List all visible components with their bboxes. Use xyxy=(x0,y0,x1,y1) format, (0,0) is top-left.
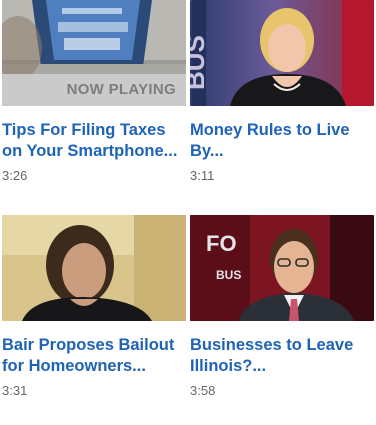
woman-interview-thumbnail-icon xyxy=(2,215,186,321)
video-card-bair: Bair Proposes Bailout for Homeowners... … xyxy=(2,215,188,398)
video-title-link[interactable]: Tips For Filing Taxes on Your Smartphone… xyxy=(2,120,188,162)
video-title-link[interactable]: Money Rules to Live By... xyxy=(190,120,376,162)
video-card-illinois: FO BUS Businesses to Leave Illinois?... … xyxy=(190,215,376,398)
video-thumbnail-money-rules[interactable]: BUS xyxy=(190,0,374,106)
video-title-link[interactable]: Businesses to Leave Illinois?... xyxy=(190,335,376,377)
svg-text:BUS: BUS xyxy=(216,268,241,282)
video-card-taxes: NOW PLAYING Tips For Filing Taxes on You… xyxy=(2,0,188,183)
woman-anchor-thumbnail-icon: BUS xyxy=(190,0,374,106)
video-duration: 3:11 xyxy=(190,168,215,183)
video-thumbnail-taxes[interactable]: NOW PLAYING xyxy=(2,0,186,106)
now-playing-badge: NOW PLAYING xyxy=(2,74,186,106)
video-duration: 3:26 xyxy=(2,168,28,183)
svg-text:BUS: BUS xyxy=(190,35,210,90)
video-thumbnail-illinois[interactable]: FO BUS xyxy=(190,215,374,321)
svg-text:FO: FO xyxy=(206,231,237,256)
man-studio-thumbnail-icon: FO BUS xyxy=(190,215,374,321)
video-duration: 3:58 xyxy=(190,383,216,398)
video-card-money-rules: BUS Money Rules to Live By... 3:11 xyxy=(190,0,376,183)
video-grid: NOW PLAYING Tips For Filing Taxes on You… xyxy=(0,0,376,425)
video-duration: 3:31 xyxy=(2,383,28,398)
video-title-link[interactable]: Bair Proposes Bailout for Homeowners... xyxy=(2,335,188,377)
video-thumbnail-bair[interactable] xyxy=(2,215,186,321)
